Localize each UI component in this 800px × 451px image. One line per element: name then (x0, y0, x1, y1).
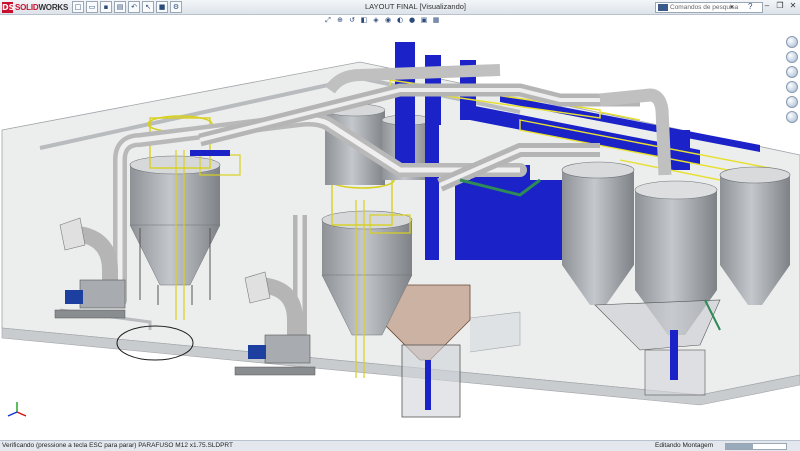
reference-triad-icon (7, 402, 27, 417)
appearances-icon[interactable] (786, 96, 798, 108)
display-style-icon[interactable]: ◉ (383, 16, 393, 25)
undo-icon[interactable]: ↶ (128, 1, 140, 13)
file-explorer-icon[interactable] (786, 66, 798, 78)
status-bar: Verificando (pressione a tecla ESC para … (0, 440, 800, 451)
edit-appearance-icon[interactable]: ● (407, 16, 417, 25)
save-icon[interactable]: ▪ (100, 1, 112, 13)
open-icon[interactable]: ▭ (86, 1, 98, 13)
design-library-icon[interactable] (786, 51, 798, 63)
rebuild-icon[interactable]: ■ (156, 1, 168, 13)
ds-logo-icon: DS (2, 1, 15, 13)
view-settings-icon[interactable]: ▦ (431, 16, 441, 25)
graphics-area[interactable] (0, 26, 800, 440)
section-view-icon[interactable]: ◧ (359, 16, 369, 25)
close-icon[interactable]: ✕ (788, 1, 798, 10)
solidworks-logo[interactable]: DS SOLIDWORKS (2, 1, 68, 13)
status-progress-fill (726, 444, 753, 449)
custom-properties-icon[interactable] (786, 111, 798, 123)
window-controls: – ❐ ✕ (762, 1, 798, 10)
assembly-model (1, 42, 800, 418)
hide-show-icon[interactable]: ◐ (395, 16, 405, 25)
title-bar: DS SOLIDWORKS □ ▭ ▪ ▤ ↶ ↖ ■ ⚙ LAYOUT FIN… (0, 0, 800, 15)
task-pane-tabs (786, 36, 798, 123)
quick-access-toolbar: □ ▭ ▪ ▤ ↶ ↖ ■ ⚙ (72, 1, 182, 13)
select-icon[interactable]: ↖ (142, 1, 154, 13)
minimize-icon[interactable]: – (762, 1, 772, 10)
document-title: LAYOUT FINAL [Visualizando] (365, 2, 467, 11)
resources-icon[interactable] (786, 36, 798, 48)
print-icon[interactable]: ▤ (114, 1, 126, 13)
search-dropdown-icon[interactable]: ▾ (730, 3, 734, 11)
status-message: Verificando (pressione a tecla ESC para … (2, 442, 233, 449)
previous-view-icon[interactable]: ↺ (347, 16, 357, 25)
options-icon[interactable]: ⚙ (170, 1, 182, 13)
scene-icon[interactable]: ▣ (419, 16, 429, 25)
restore-icon[interactable]: ❐ (775, 1, 785, 10)
zoom-area-icon[interactable]: ⊕ (335, 16, 345, 25)
new-icon[interactable]: □ (72, 1, 84, 13)
status-progress (725, 443, 787, 450)
zoom-to-fit-icon[interactable]: ⤢ (323, 16, 333, 25)
status-mode: Editando Montagem (655, 442, 714, 449)
view-orientation-icon[interactable]: ◈ (371, 16, 381, 25)
search-commands-input[interactable]: Comandos de pesquisa (655, 2, 763, 13)
view-palette-icon[interactable] (786, 81, 798, 93)
help-icon[interactable]: ? (748, 2, 752, 11)
heads-up-view-toolbar: ⤢ ⊕ ↺ ◧ ◈ ◉ ◐ ● ▣ ▦ (323, 16, 441, 25)
